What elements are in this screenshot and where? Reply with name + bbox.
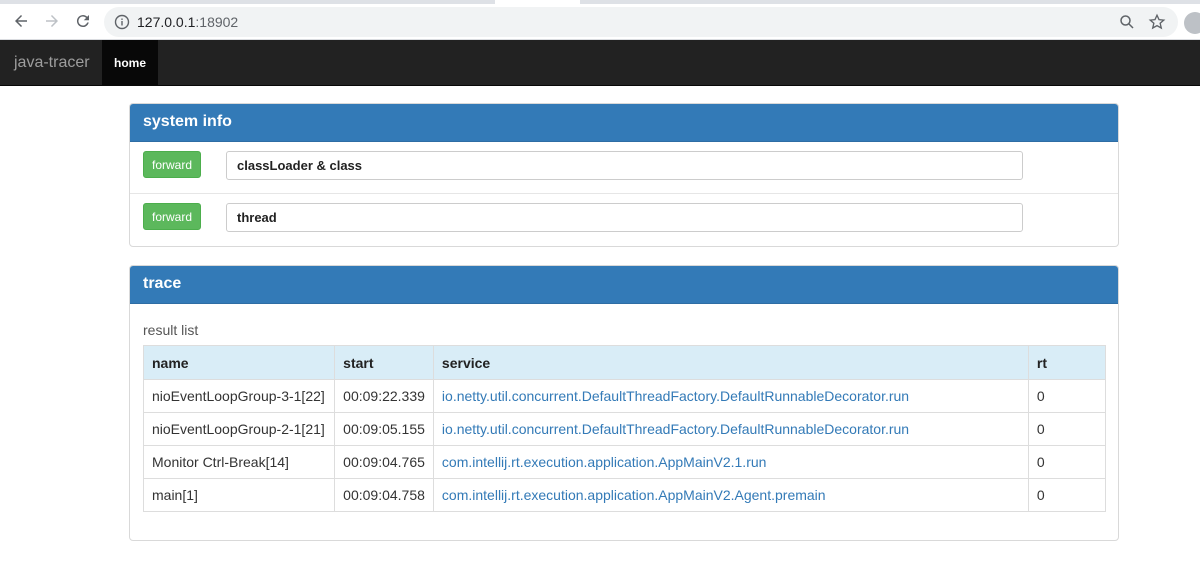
url-host: 127.0.0.1: [137, 14, 196, 30]
table-row: main[1] 00:09:04.758 com.intellij.rt.exe…: [142, 478, 1107, 512]
start-time-cell: 00:09:04.765: [334, 445, 434, 479]
thread-name-cell: Monitor Ctrl-Break[14]: [142, 445, 336, 479]
rt-cell: 0: [1027, 379, 1107, 413]
service-link[interactable]: com.intellij.rt.execution.application.Ap…: [432, 445, 1029, 479]
service-link[interactable]: com.intellij.rt.execution.application.Ap…: [432, 478, 1029, 512]
service-link[interactable]: io.netty.util.concurrent.DefaultThreadFa…: [432, 412, 1029, 446]
trace-panel: trace result list name start service rt …: [129, 265, 1119, 541]
system-info-title: system info: [130, 104, 1118, 142]
forward-button[interactable]: forward: [143, 203, 201, 230]
service-link[interactable]: io.netty.util.concurrent.DefaultThreadFa…: [432, 379, 1029, 413]
tab-strip: [0, 0, 1200, 4]
app-navbar: java-tracer home: [0, 40, 1200, 86]
column-header-start: start: [334, 345, 434, 380]
classloader-field[interactable]: classLoader & class: [226, 151, 1023, 180]
back-icon[interactable]: [9, 9, 33, 33]
table-row: nioEventLoopGroup-3-1[22] 00:09:22.339 i…: [142, 379, 1107, 413]
active-tab[interactable]: [495, 0, 580, 4]
rt-cell: 0: [1027, 478, 1107, 512]
reload-icon[interactable]: [71, 9, 95, 33]
rt-cell: 0: [1027, 412, 1107, 446]
thread-name-cell: nioEventLoopGroup-2-1[21]: [142, 412, 336, 446]
thread-name-cell: main[1]: [142, 478, 336, 512]
start-time-cell: 00:09:05.155: [334, 412, 434, 446]
trace-title: trace: [130, 266, 1118, 304]
address-bar[interactable]: 127.0.0.1:18902: [104, 7, 1178, 37]
thread-name-cell: nioEventLoopGroup-3-1[22]: [142, 379, 336, 413]
column-header-name: name: [142, 345, 336, 380]
start-time-cell: 00:09:22.339: [334, 379, 434, 413]
forward-nav-icon[interactable]: [40, 9, 64, 33]
profile-avatar-icon[interactable]: [1184, 12, 1200, 34]
forward-button[interactable]: forward: [143, 151, 201, 178]
table-header-row: name start service rt: [142, 345, 1107, 380]
system-info-row: forward classLoader & class: [130, 142, 1118, 194]
column-header-service: service: [432, 345, 1029, 380]
thread-field[interactable]: thread: [226, 203, 1023, 232]
browser-toolbar: 127.0.0.1:18902: [0, 0, 1200, 40]
url-text: 127.0.0.1:18902: [137, 14, 238, 30]
info-icon[interactable]: [114, 14, 130, 30]
result-list-label: result list: [143, 322, 199, 338]
table-row: nioEventLoopGroup-2-1[21] 00:09:05.155 i…: [142, 412, 1107, 446]
system-info-panel: system info forward classLoader & class …: [129, 103, 1119, 247]
brand-link[interactable]: java-tracer: [14, 54, 90, 72]
start-time-cell: 00:09:04.758: [334, 478, 434, 512]
table-row: Monitor Ctrl-Break[14] 00:09:04.765 com.…: [142, 445, 1107, 479]
bookmark-star-icon[interactable]: [1148, 13, 1166, 31]
zoom-icon[interactable]: [1118, 13, 1136, 31]
column-header-rt: rt: [1027, 345, 1107, 380]
trace-table: name start service rt nioEventLoopGroup-…: [142, 345, 1107, 512]
url-port: :18902: [195, 14, 239, 30]
nav-home-tab[interactable]: home: [102, 40, 158, 85]
system-info-row: forward thread: [130, 194, 1118, 246]
rt-cell: 0: [1027, 445, 1107, 479]
